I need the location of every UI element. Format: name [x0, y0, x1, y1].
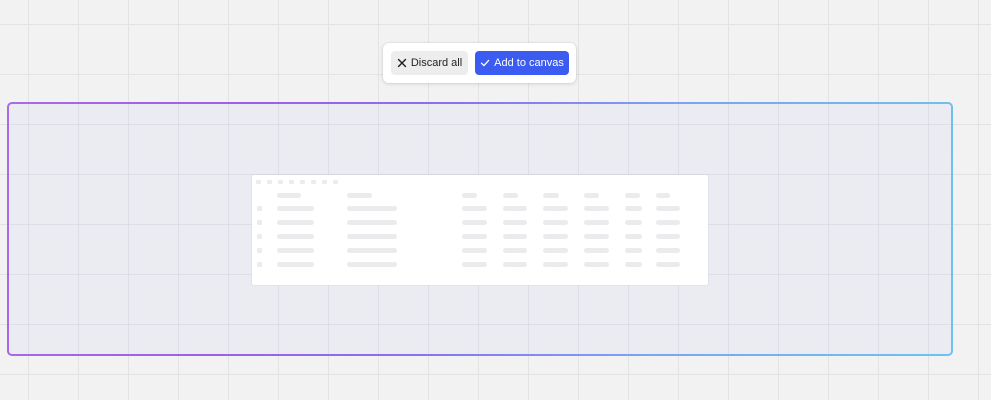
skeleton-cell: [625, 220, 642, 225]
skeleton-cell: [503, 234, 527, 239]
skeleton-row-marker: [257, 248, 262, 253]
skeleton-cell: [462, 220, 487, 225]
skeleton-cell: [625, 248, 642, 253]
skeleton-cell: [347, 220, 397, 225]
skeleton-toolbar-dot: [289, 180, 294, 184]
close-icon: [397, 58, 407, 68]
skeleton-cell: [462, 234, 487, 239]
skeleton-toolbar-dot: [300, 180, 305, 184]
skeleton-header-cell: [656, 193, 670, 198]
skeleton-cell: [584, 206, 609, 211]
skeleton-cell: [503, 206, 527, 211]
discard-all-button[interactable]: Discard all: [391, 51, 468, 75]
skeleton-cell: [543, 206, 568, 211]
skeleton-cell: [656, 220, 680, 225]
skeleton-row-marker: [257, 206, 262, 211]
skeleton-header-cell: [543, 193, 559, 198]
skeleton-toolbar-dot: [322, 180, 327, 184]
skeleton-cell: [656, 248, 680, 253]
skeleton-toolbar-dot: [267, 180, 272, 184]
skeleton-toolbar-dot: [311, 180, 316, 184]
skeleton-cell: [656, 234, 680, 239]
skeleton-cell: [543, 248, 568, 253]
skeleton-cell: [347, 262, 397, 267]
skeleton-cell: [543, 262, 568, 267]
skeleton-cell: [584, 220, 609, 225]
table-skeleton-preview[interactable]: [252, 175, 708, 285]
skeleton-cell: [656, 262, 680, 267]
discard-all-label: Discard all: [410, 57, 463, 69]
skeleton-cell: [543, 220, 568, 225]
skeleton-cell: [462, 248, 487, 253]
suggestion-toolbar: Discard all Add to canvas: [383, 43, 576, 83]
skeleton-cell: [584, 262, 609, 267]
skeleton-cell: [277, 220, 314, 225]
skeleton-header-cell: [277, 193, 301, 198]
add-to-canvas-label: Add to canvas: [494, 57, 564, 69]
skeleton-cell: [503, 220, 527, 225]
add-to-canvas-button[interactable]: Add to canvas: [475, 51, 569, 75]
skeleton-cell: [584, 248, 609, 253]
skeleton-row-marker: [257, 220, 262, 225]
check-icon: [480, 58, 490, 68]
skeleton-header-cell: [503, 193, 518, 198]
skeleton-cell: [503, 248, 527, 253]
skeleton-cell: [625, 234, 642, 239]
skeleton-cell: [277, 206, 314, 211]
skeleton-cell: [503, 262, 527, 267]
skeleton-toolbar-dot: [333, 180, 338, 184]
skeleton-cell: [277, 248, 314, 253]
skeleton-cell: [277, 234, 314, 239]
skeleton-toolbar-dot: [278, 180, 283, 184]
skeleton-header-cell: [625, 193, 640, 198]
skeleton-cell: [625, 206, 642, 211]
skeleton-header-cell: [462, 193, 477, 198]
skeleton-cell: [656, 206, 680, 211]
skeleton-cell: [584, 234, 609, 239]
skeleton-cell: [543, 234, 568, 239]
skeleton-cell: [347, 206, 397, 211]
skeleton-row-marker: [257, 262, 262, 267]
skeleton-cell: [347, 248, 397, 253]
skeleton-cell: [277, 262, 314, 267]
skeleton-row-marker: [257, 234, 262, 239]
skeleton-cell: [462, 262, 487, 267]
skeleton-cell: [462, 206, 487, 211]
skeleton-header-cell: [584, 193, 599, 198]
skeleton-cell: [625, 262, 642, 267]
skeleton-toolbar-dot: [256, 180, 261, 184]
skeleton-header-cell: [347, 193, 372, 198]
skeleton-cell: [347, 234, 397, 239]
